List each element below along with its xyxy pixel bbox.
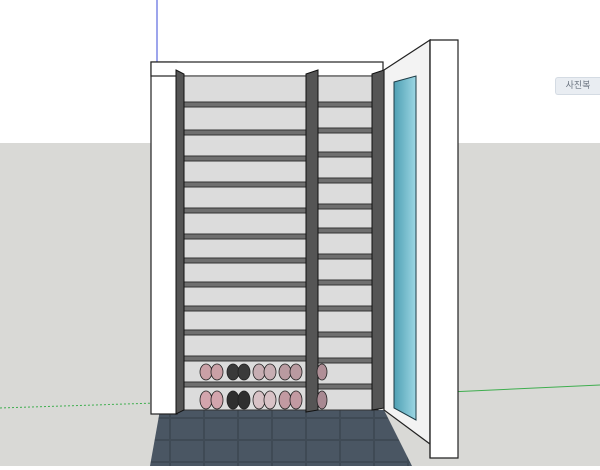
right-wall-outer — [429, 39, 459, 459]
floor-tiles — [150, 410, 412, 466]
door-right[interactable] — [371, 69, 385, 411]
door-center[interactable] — [305, 69, 319, 413]
scene-tab-label[interactable]: 사진복 — [555, 77, 600, 95]
glass-panel — [393, 75, 417, 421]
door-left[interactable] — [175, 69, 185, 415]
sketchup-viewport[interactable] — [0, 0, 600, 466]
frame-top-panel — [150, 61, 384, 77]
frame-left-panel — [150, 61, 178, 415]
